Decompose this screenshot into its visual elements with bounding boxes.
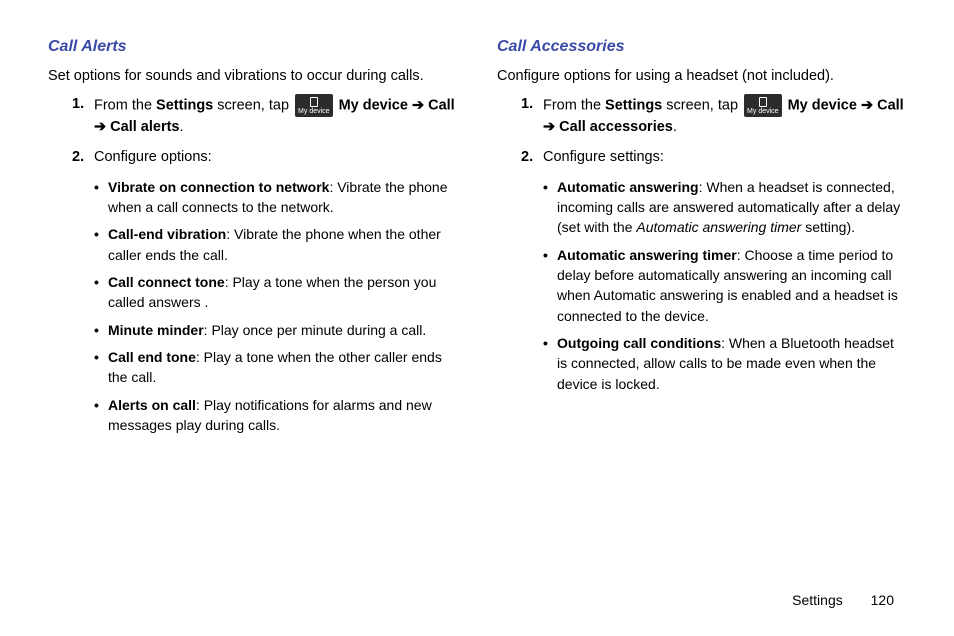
option-italic: Automatic answering timer xyxy=(636,219,801,235)
bullet-icon: • xyxy=(94,320,108,340)
step-2: 2. Configure options: xyxy=(72,147,457,169)
step-number: 1. xyxy=(72,94,94,139)
bullet-text: Outgoing call conditions: When a Bluetoo… xyxy=(557,333,906,394)
my-device-label: My device xyxy=(784,98,861,114)
bullet-icon: • xyxy=(94,347,108,388)
step-body: Configure settings: xyxy=(543,147,906,169)
option-desc: setting). xyxy=(801,219,855,235)
my-device-icon: My device xyxy=(744,94,782,117)
step-1: 1. From the Settings screen, tap My devi… xyxy=(521,94,906,139)
bullet-item: • Automatic answering: When a headset is… xyxy=(543,177,906,238)
option-title: Call-end vibration xyxy=(108,226,226,242)
step-body: From the Settings screen, tap My device … xyxy=(94,94,457,139)
text: . xyxy=(673,119,677,135)
page-number: 120 xyxy=(871,592,894,608)
step-body: From the Settings screen, tap My device … xyxy=(543,94,906,139)
bullet-item: • Call end tone: Play a tone when the ot… xyxy=(94,347,457,388)
call-accessories-heading: Call Accessories xyxy=(497,38,906,56)
bullet-text: Call end tone: Play a tone when the othe… xyxy=(108,347,457,388)
bullet-text: Automatic answering: When a headset is c… xyxy=(557,177,906,238)
bullet-icon: • xyxy=(94,224,108,265)
step-number: 1. xyxy=(521,94,543,139)
step-body: Configure options: xyxy=(94,147,457,169)
arrow-icon: ➔ xyxy=(412,98,424,114)
step-number: 2. xyxy=(72,147,94,169)
my-device-label: My device xyxy=(335,98,412,114)
bullet-item: • Automatic answering timer: Choose a ti… xyxy=(543,245,906,326)
call-accessories-intro: Configure options for using a headset (n… xyxy=(497,66,906,86)
text: screen, tap xyxy=(662,98,742,114)
bullet-item: • Vibrate on connection to network: Vibr… xyxy=(94,177,457,218)
option-desc: : Play once per minute during a call. xyxy=(204,322,427,338)
option-title: Outgoing call conditions xyxy=(557,335,721,351)
page-footer: Settings 120 xyxy=(792,592,894,608)
arrow-icon: ➔ xyxy=(543,119,555,135)
bullet-item: • Minute minder: Play once per minute du… xyxy=(94,320,457,340)
text: From the xyxy=(94,98,156,114)
bullet-item: • Call-end vibration: Vibrate the phone … xyxy=(94,224,457,265)
call-alerts-heading: Call Alerts xyxy=(48,38,457,56)
option-title: Minute minder xyxy=(108,322,204,338)
call-label: Call xyxy=(873,98,904,114)
bullet-item: • Alerts on call: Play notifications for… xyxy=(94,395,457,436)
bullet-icon: • xyxy=(94,177,108,218)
bullet-icon: • xyxy=(543,245,557,326)
step-2: 2. Configure settings: xyxy=(521,147,906,169)
call-accessories-label: Call accessories xyxy=(555,119,673,135)
call-alerts-label: Call alerts xyxy=(106,119,179,135)
text: screen, tap xyxy=(213,98,293,114)
right-column: Call Accessories Configure options for u… xyxy=(497,38,906,442)
step-1: 1. From the Settings screen, tap My devi… xyxy=(72,94,457,139)
call-alerts-intro: Set options for sounds and vibrations to… xyxy=(48,66,457,86)
bullet-text: Minute minder: Play once per minute duri… xyxy=(108,320,457,340)
text: . xyxy=(180,119,184,135)
bullet-text: Automatic answering timer: Choose a time… xyxy=(557,245,906,326)
bullet-icon: • xyxy=(94,272,108,313)
settings-label: Settings xyxy=(605,98,662,114)
bullet-text: Call-end vibration: Vibrate the phone wh… xyxy=(108,224,457,265)
step-number: 2. xyxy=(521,147,543,169)
bullet-item: • Call connect tone: Play a tone when th… xyxy=(94,272,457,313)
bullet-icon: • xyxy=(543,177,557,238)
my-device-icon: My device xyxy=(295,94,333,117)
call-label: Call xyxy=(424,98,455,114)
option-title: Call connect tone xyxy=(108,274,225,290)
bullet-icon: • xyxy=(543,333,557,394)
bullet-text: Call connect tone: Play a tone when the … xyxy=(108,272,457,313)
bullet-icon: • xyxy=(94,395,108,436)
option-title: Alerts on call xyxy=(108,397,196,413)
option-title: Automatic answering timer xyxy=(557,247,737,263)
arrow-icon: ➔ xyxy=(94,119,106,135)
option-title: Vibrate on connection to network xyxy=(108,179,329,195)
arrow-icon: ➔ xyxy=(861,98,873,114)
option-title: Automatic answering xyxy=(557,179,699,195)
bullet-text: Alerts on call: Play notifications for a… xyxy=(108,395,457,436)
text: From the xyxy=(543,98,605,114)
option-title: Call end tone xyxy=(108,349,196,365)
section-label: Settings xyxy=(792,592,843,608)
bullet-item: • Outgoing call conditions: When a Bluet… xyxy=(543,333,906,394)
left-column: Call Alerts Set options for sounds and v… xyxy=(48,38,457,442)
settings-label: Settings xyxy=(156,98,213,114)
bullet-text: Vibrate on connection to network: Vibrat… xyxy=(108,177,457,218)
